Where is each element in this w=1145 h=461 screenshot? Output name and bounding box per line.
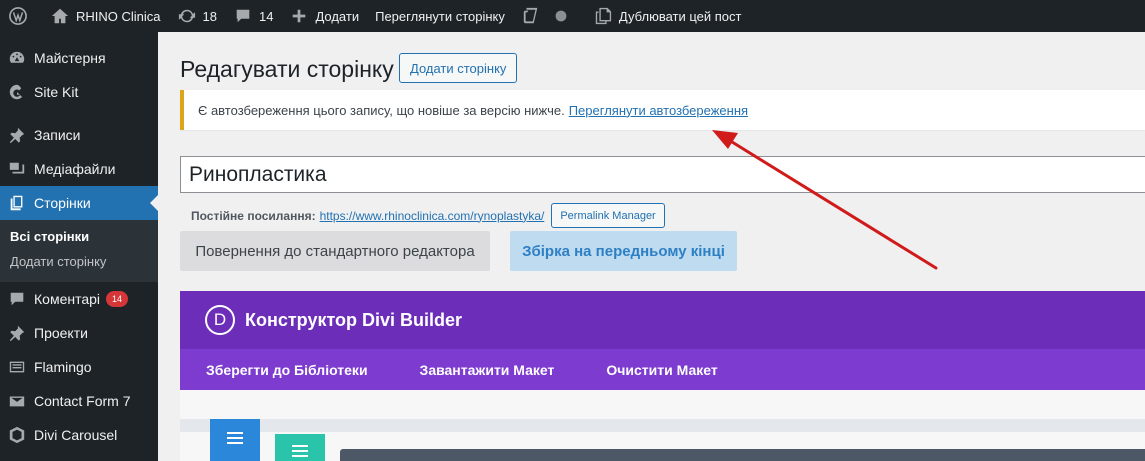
updates-icon [177,6,197,26]
row-settings-button[interactable] [275,434,325,461]
post-title-input[interactable]: Ринопластика [180,156,1145,193]
updates-link[interactable]: 18 [169,0,225,32]
sidebar-item-label: Записи [34,127,81,143]
google-g-icon [6,82,28,102]
sidebar-item-label: Site Kit [34,84,79,100]
load-layout-button[interactable]: Завантажити Макет [420,362,555,378]
sidebar-item-pages[interactable]: Сторінки [0,186,158,220]
duplicate-icon [593,6,613,26]
new-content-link[interactable]: Додати [281,0,367,32]
sidebar-item-label: Сторінки [34,195,91,211]
comment-icon [6,289,28,309]
wordpress-logo-button[interactable] [0,0,42,32]
divi-toolbar: Зберегти до Бібліотеки Завантажити Макет… [180,349,1145,390]
sidebar-item-label: Медіафайли [34,161,116,177]
divi-title: Конструктор Divi Builder [245,309,463,330]
carousel-icon [6,425,28,445]
notice-text: Є автозбереження цього запису, що новіше… [198,102,565,118]
sidebar-item-posts[interactable]: Записи [0,118,158,152]
sidebar-item-comments[interactable]: Коментарі 14 [0,282,158,316]
section-settings-button[interactable] [210,419,260,461]
updates-count: 18 [202,8,217,24]
permalink-row: Постійне посилання: https://www.rhinocli… [191,203,665,228]
envelope-icon [6,391,28,411]
pushpin-icon [6,323,28,343]
sidebar-item-projects[interactable]: Проекти [0,316,158,350]
site-name-link[interactable]: RHINO Clinica [42,0,169,32]
wordpress-logo-icon [8,6,28,26]
sidebar-item-label: Майстерня [34,50,106,66]
standard-editor-button[interactable]: Повернення до стандартного редактора [180,231,490,271]
save-to-library-button[interactable]: Зберегти до Бібліотеки [206,362,368,378]
hamburger-icon [292,445,308,461]
submenu-add-page[interactable]: Додати сторінку [0,249,158,274]
sidebar-item-label: Divi Carousel [34,427,118,443]
sidebar-item-label: Проекти [34,325,88,341]
comments-badge: 14 [106,291,129,307]
comment-icon [233,6,253,26]
pages-icon [6,193,28,213]
duplicate-label: Дублювати цей пост [618,8,742,24]
new-label: Додати [315,8,360,24]
divi-header: D Конструктор Divi Builder [180,291,1145,349]
permalink-manager-button[interactable]: Permalink Manager [551,203,665,228]
seo-status-dot-icon [551,6,571,26]
view-page-label: Переглянути сторінку [375,8,505,24]
sidebar-item-label: Flamingo [34,359,92,375]
sidebar-item-label: Contact Form 7 [34,393,131,409]
add-page-button[interactable]: Додати сторінку [399,53,518,83]
section-strip [180,419,1145,432]
dashboard-icon [6,48,28,68]
admin-sidebar: Майстерня Site Kit Записи Медіафайли Сто… [0,32,158,461]
hamburger-icon [227,432,243,461]
pushpin-icon [6,125,28,145]
view-autosave-link[interactable]: Переглянути автозбереження [569,103,748,118]
main-content: Редагувати сторінку Додати сторінку Є ав… [158,32,1145,461]
media-icon [6,159,28,179]
admin-bar: RHINO Clinica 18 14 Додати Переглянути с… [0,0,1145,32]
submenu-all-pages[interactable]: Всі сторінки [0,224,158,249]
divi-builder-box: D Конструктор Divi Builder Зберегти до Б… [180,291,1145,461]
visual-builder-button[interactable]: Збірка на передньому кінці [510,231,737,271]
page-title: Редагувати сторінку [180,56,394,82]
plus-icon [289,6,309,26]
sidebar-item-site-kit[interactable]: Site Kit [0,75,158,109]
view-page-link[interactable]: Переглянути сторінку [367,0,513,32]
divi-logo-icon: D [205,305,235,335]
comments-count: 14 [258,8,274,24]
sidebar-item-label: Коментарі [34,291,101,307]
clear-layout-button[interactable]: Очистити Макет [606,362,717,378]
sidebar-item-dashboard[interactable]: Майстерня [0,41,158,75]
duplicate-post-link[interactable]: Дублювати цей пост [585,0,750,32]
sidebar-item-flamingo[interactable]: Flamingo [0,350,158,384]
sidebar-item-media[interactable]: Медіафайли [0,152,158,186]
pages-submenu: Всі сторінки Додати сторінку [0,220,158,282]
home-icon [50,6,70,26]
module-bar [340,449,1145,461]
sidebar-item-contact-form[interactable]: Contact Form 7 [0,384,158,418]
site-name: RHINO Clinica [76,8,161,24]
autosave-notice: Є автозбереження цього запису, що новіше… [180,90,1145,130]
sidebar-item-divi-carousel[interactable]: Divi Carousel [0,418,158,452]
yoast-seo-button[interactable] [513,0,585,32]
permalink-label: Постійне посилання: [191,208,316,223]
permalink-url-link[interactable]: https://www.rhinoclinica.com/rynoplastyk… [320,209,545,223]
comments-link[interactable]: 14 [225,0,281,32]
flamingo-icon [6,357,28,377]
divi-canvas [180,390,1145,461]
yoast-icon [521,6,541,26]
